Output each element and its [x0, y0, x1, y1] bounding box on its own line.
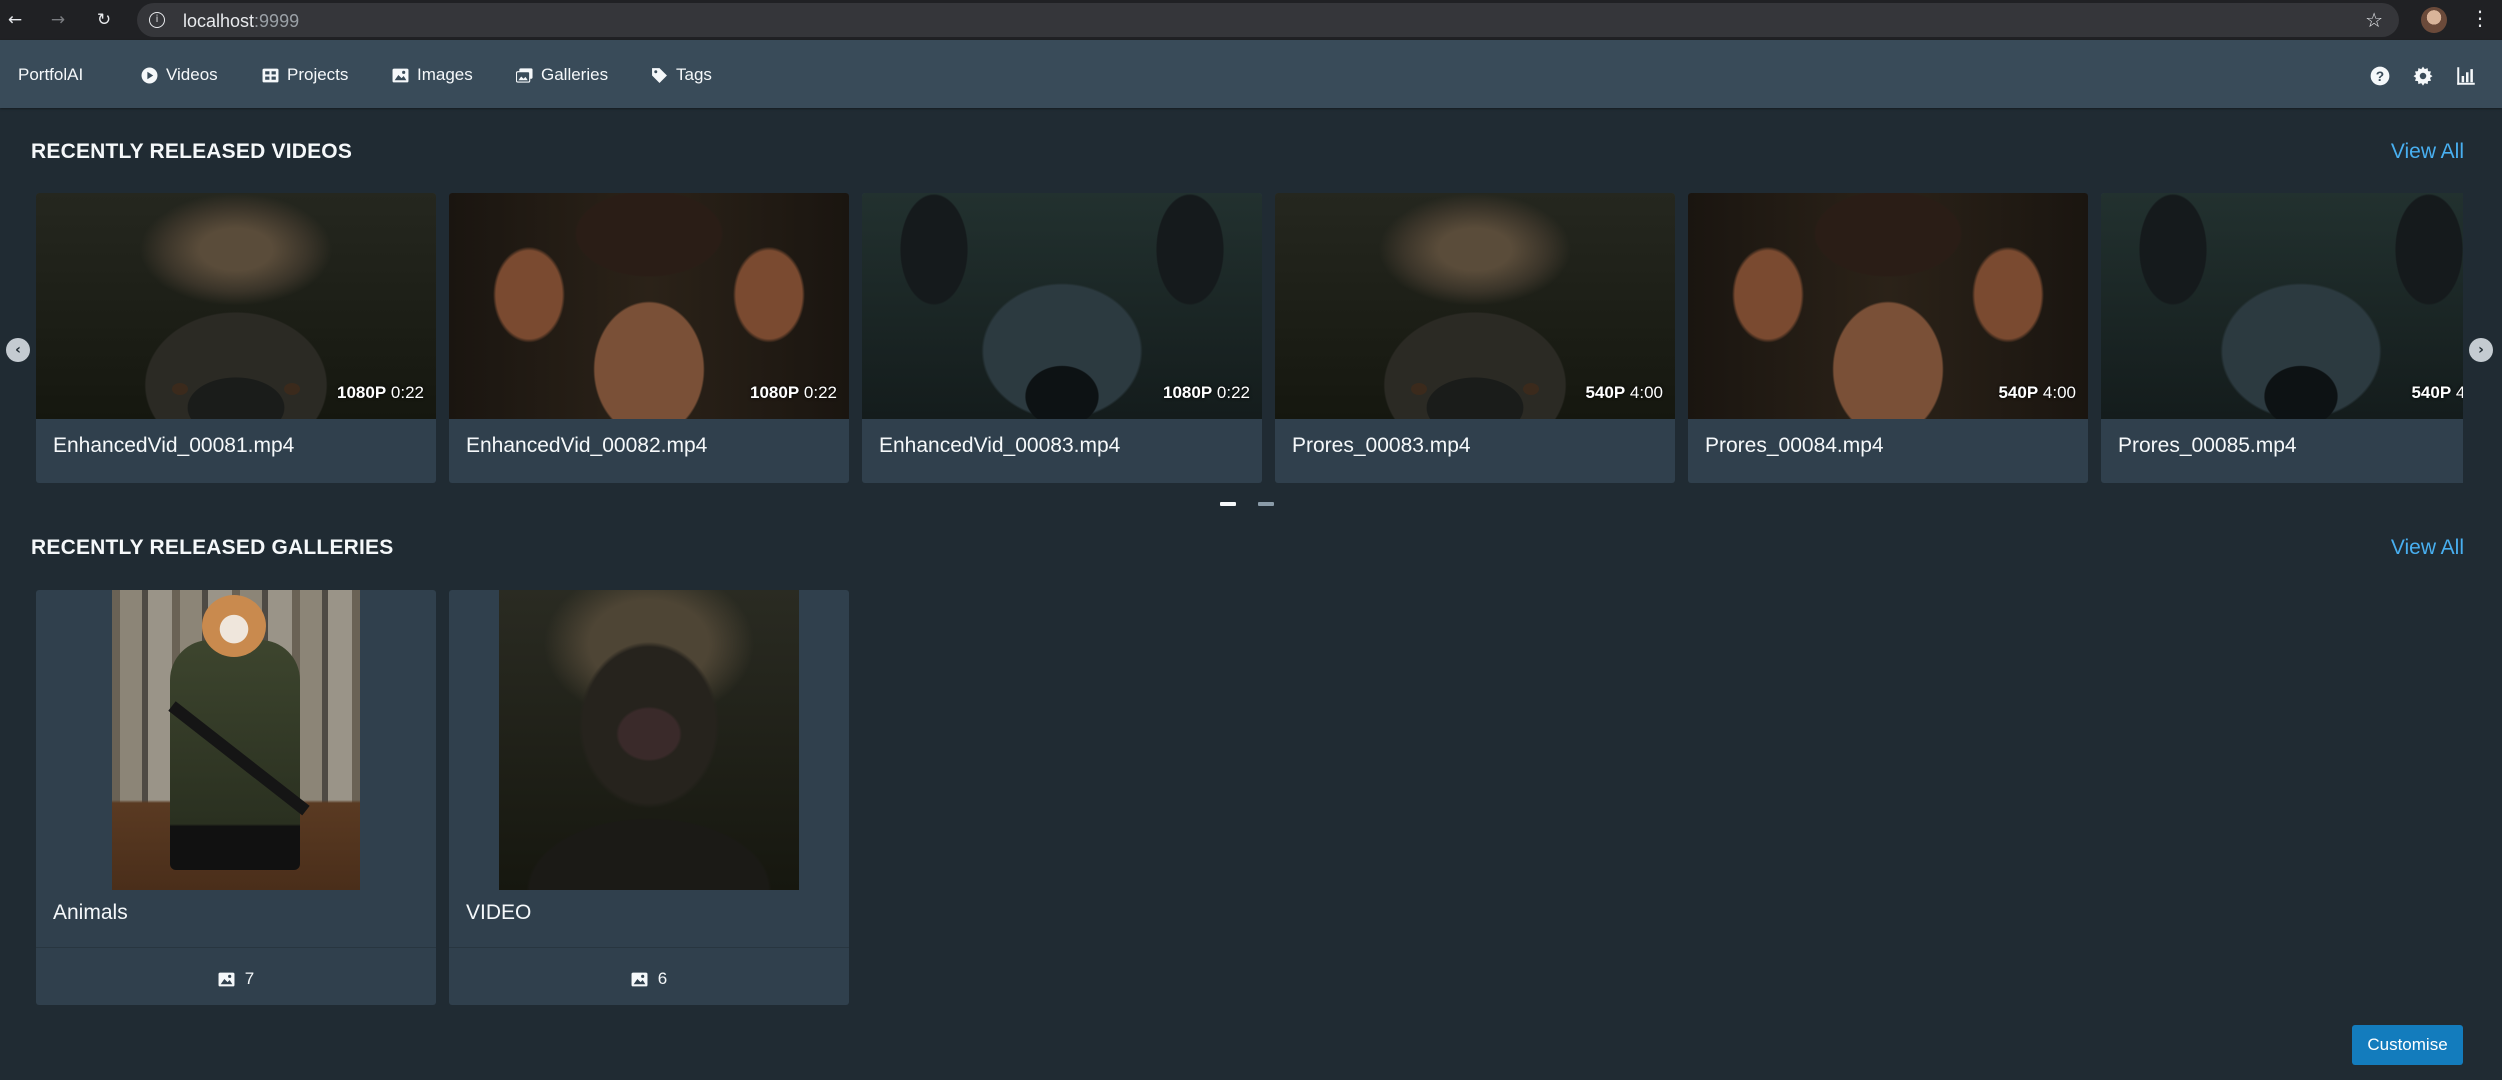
- carousel-prev-icon[interactable]: ‹: [6, 338, 30, 362]
- nav-tags[interactable]: Tags: [651, 65, 712, 85]
- help-icon[interactable]: ?: [2370, 66, 2390, 86]
- videos-carousel: 1080P 0:22 EnhancedVid_00081.mp4 1080P 0:2…: [36, 193, 2463, 483]
- play-circle-icon: [141, 67, 158, 83]
- customise-button[interactable]: Customise: [2352, 1025, 2463, 1065]
- videos-view-all-link[interactable]: View All: [2391, 140, 2464, 164]
- video-card[interactable]: 1080P 0:22 EnhancedVid_00083.mp4: [862, 193, 1262, 483]
- svg-text:?: ?: [2376, 69, 2384, 84]
- video-duration: 540P 4:00: [1585, 383, 1663, 402]
- site-info-icon[interactable]: i: [149, 12, 165, 28]
- url-text: localhost:9999: [183, 11, 300, 31]
- brand-link[interactable]: PortfolAI: [18, 65, 83, 85]
- nav-galleries-label: Galleries: [541, 65, 609, 84]
- video-duration: 1080P 0:22: [750, 383, 837, 402]
- carousel-dot[interactable]: [1258, 502, 1274, 506]
- video-title[interactable]: EnhancedVid_00083.mp4: [879, 434, 1120, 458]
- video-title[interactable]: EnhancedVid_00082.mp4: [466, 434, 707, 458]
- gallery-title: VIDEO: [466, 901, 532, 924]
- nav-images[interactable]: Images: [392, 65, 473, 85]
- tag-icon: [652, 67, 667, 83]
- video-title[interactable]: EnhancedVid_00081.mp4: [53, 434, 294, 458]
- nav-videos[interactable]: Videos: [141, 65, 218, 85]
- video-card[interactable]: 540P 4:00 Prores_00083.mp4: [1275, 193, 1675, 483]
- image-icon: [631, 972, 648, 986]
- arrow-right-icon[interactable]: →: [43, 0, 73, 40]
- video-duration: 540P 4:00: [2411, 383, 2463, 402]
- browser-toolbar: ← → ↻ i localhost:9999 ☆ ⋮: [0, 0, 2502, 40]
- settings-gear-icon[interactable]: [2413, 66, 2433, 86]
- video-duration: 1080P 0:22: [1163, 383, 1250, 402]
- gallery-image-count: 7: [36, 969, 436, 989]
- kebab-menu-icon[interactable]: ⋮: [2470, 6, 2490, 30]
- image-icon: [218, 972, 235, 986]
- galleries-view-all-link[interactable]: View All: [2391, 536, 2464, 560]
- video-duration: 540P 4:00: [1998, 383, 2076, 402]
- video-duration: 1080P 0:22: [337, 383, 424, 402]
- video-card[interactable]: 540P 4:00 Prores_00084.mp4: [1688, 193, 2088, 483]
- reload-icon[interactable]: ↻: [89, 0, 119, 40]
- nav-images-label: Images: [417, 65, 473, 84]
- film-icon: [262, 68, 279, 82]
- nav-projects[interactable]: Projects: [262, 65, 348, 85]
- gallery-thumbnail: [499, 590, 799, 890]
- nav-videos-label: Videos: [166, 65, 218, 84]
- galleries-section-title: RECENTLY RELEASED GALLERIES: [31, 536, 394, 559]
- video-title[interactable]: Prores_00084.mp4: [1705, 434, 1884, 458]
- video-title[interactable]: Prores_00083.mp4: [1292, 434, 1471, 458]
- video-card[interactable]: 540P 4:00 Prores_00085.mp4: [2101, 193, 2463, 483]
- video-card[interactable]: 1080P 0:22 EnhancedVid_00082.mp4: [449, 193, 849, 483]
- profile-avatar[interactable]: [2421, 7, 2447, 33]
- app-navbar: PortfolAI Videos Projects Images Galleri…: [0, 40, 2502, 108]
- nav-tags-label: Tags: [676, 65, 712, 84]
- gallery-card[interactable]: Animals 7: [36, 590, 436, 1005]
- image-icon: [392, 68, 409, 82]
- gallery-card[interactable]: VIDEO 6: [449, 590, 849, 1005]
- video-title[interactable]: Prores_00085.mp4: [2118, 434, 2297, 458]
- bookmark-star-icon[interactable]: ☆: [2365, 8, 2383, 32]
- address-bar[interactable]: i localhost:9999 ☆: [137, 3, 2399, 37]
- nav-projects-label: Projects: [287, 65, 349, 84]
- gallery-title: Animals: [53, 901, 128, 924]
- gallery-image-count: 6: [449, 969, 849, 989]
- images-icon: [516, 67, 533, 83]
- carousel-next-icon[interactable]: ›: [2469, 338, 2493, 362]
- arrow-left-icon[interactable]: ←: [0, 0, 30, 40]
- stats-chart-icon[interactable]: [2456, 66, 2476, 86]
- gallery-thumbnail: [112, 590, 360, 890]
- video-card[interactable]: 1080P 0:22 EnhancedVid_00081.mp4: [36, 193, 436, 483]
- video-thumbnail: [2101, 193, 2463, 419]
- nav-galleries[interactable]: Galleries: [516, 65, 608, 85]
- carousel-dot[interactable]: [1220, 502, 1236, 506]
- videos-section-title: RECENTLY RELEASED VIDEOS: [31, 140, 353, 163]
